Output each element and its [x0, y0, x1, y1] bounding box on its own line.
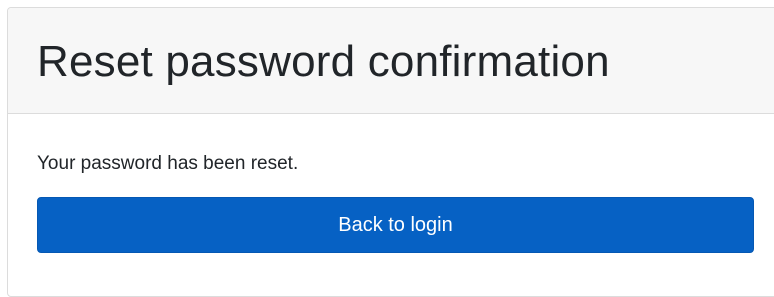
confirmation-message: Your password has been reset. — [37, 153, 299, 174]
back-to-login-label: Back to login — [338, 213, 453, 236]
card-body: Your password has been reset. Back to lo… — [8, 114, 774, 253]
reset-confirmation-card: Reset password confirmation Your passwor… — [7, 7, 774, 297]
page-title: Reset password confirmation — [37, 37, 610, 86]
back-to-login-button[interactable]: Back to login — [37, 197, 754, 253]
card-header: Reset password confirmation — [8, 8, 774, 114]
